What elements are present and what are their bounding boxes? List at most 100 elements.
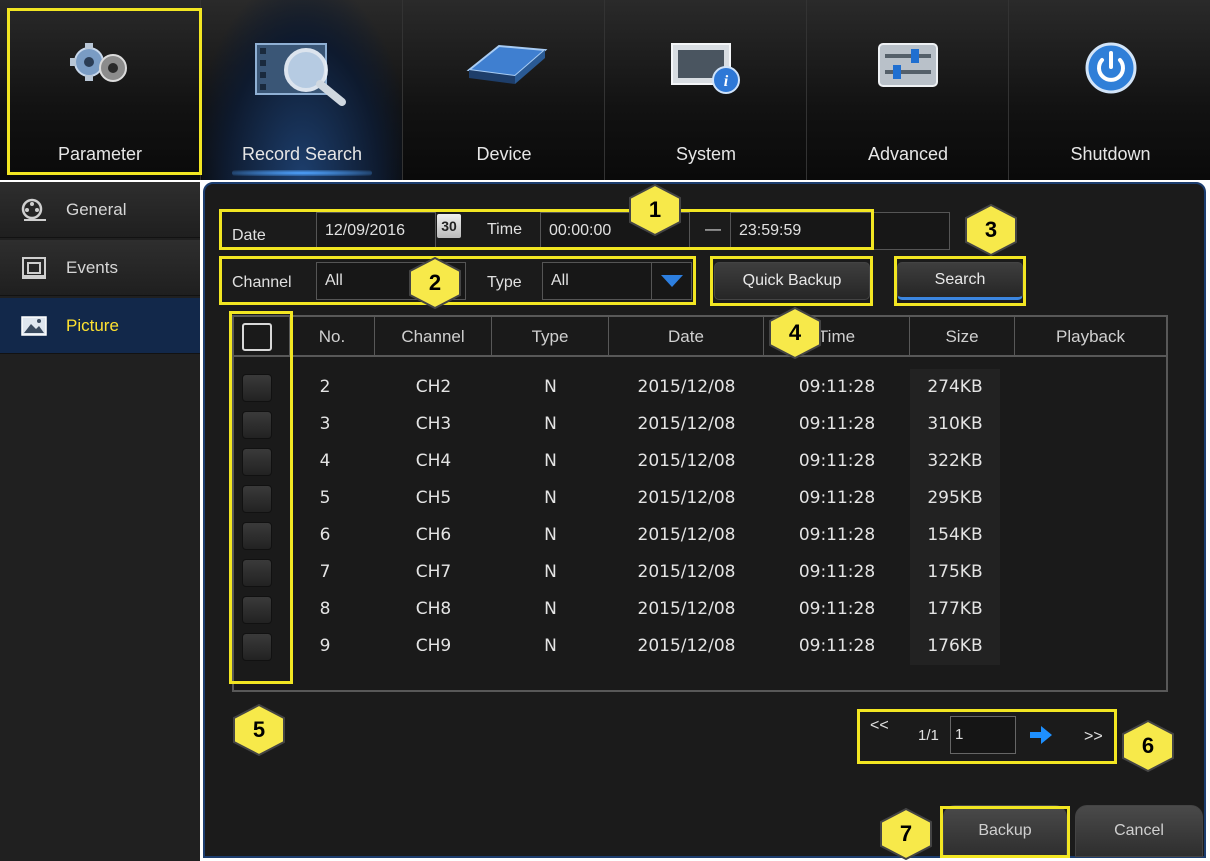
film-reel-icon: [20, 198, 48, 222]
table-row[interactable]: 6 CH6 N 2015/12/08 09:11:28 154KB: [234, 517, 1166, 554]
callout-number: 3: [984, 217, 998, 242]
cell-channel: CH9: [415, 636, 452, 656]
column-header-size[interactable]: Size: [910, 317, 1015, 357]
callout-badge: 1: [628, 184, 682, 236]
time-start-value: 00:00:00: [549, 222, 612, 239]
cell-channel: CH4: [415, 451, 452, 471]
top-menu-system[interactable]: i System: [606, 0, 807, 180]
last-page-button[interactable]: >>: [1084, 728, 1103, 746]
table-row[interactable]: 7 CH7 N 2015/12/08 09:11:28 175KB: [234, 554, 1166, 591]
table-row[interactable]: 2 CH2 N 2015/12/08 09:11:28 274KB: [234, 369, 1166, 406]
cell-date: 2015/12/08: [637, 377, 736, 397]
active-tab-glow: [232, 170, 372, 176]
gears-icon: [65, 40, 135, 95]
row-checkbox[interactable]: [242, 448, 272, 476]
cell-date: 2015/12/08: [637, 636, 736, 656]
callout-badge: 7: [879, 808, 933, 860]
cell-size: 310KB: [910, 406, 1000, 443]
sidebar-item-picture[interactable]: Picture: [0, 298, 200, 354]
results-table: No. Channel Type Date Time Size Playback…: [232, 315, 1168, 692]
column-header-date[interactable]: Date: [609, 317, 764, 357]
cell-type: N: [544, 636, 557, 656]
callout-badge: 6: [1121, 720, 1175, 772]
row-checkbox[interactable]: [242, 522, 272, 550]
chevron-down-icon[interactable]: [651, 263, 691, 299]
top-menu-label: System: [675, 144, 736, 164]
date-field[interactable]: 12/09/2016: [316, 212, 436, 250]
cell-no: 2: [319, 377, 331, 397]
cell-type: N: [544, 525, 557, 545]
table-row[interactable]: 8 CH8 N 2015/12/08 09:11:28 177KB: [234, 591, 1166, 628]
cell-no: 9: [319, 636, 331, 656]
callout-badge: 4: [768, 307, 822, 359]
cell-type: N: [544, 599, 557, 619]
callout-badge: 2: [408, 257, 462, 309]
svg-text:i: i: [724, 73, 729, 90]
time-separator: —: [705, 221, 721, 238]
table-row[interactable]: 9 CH9 N 2015/12/08 09:11:28 176KB: [234, 628, 1166, 665]
row-checkbox[interactable]: [242, 411, 272, 439]
top-menu-record-search[interactable]: Record Search: [202, 0, 403, 180]
calendar-icon[interactable]: 30: [437, 214, 461, 238]
cell-type: N: [544, 451, 557, 471]
top-menu-advanced[interactable]: Advanced: [808, 0, 1009, 180]
select-all-header: [234, 317, 290, 357]
top-menu-shutdown[interactable]: Shutdown: [1010, 0, 1210, 180]
cell-no: 4: [319, 451, 331, 471]
cell-time: 09:11:28: [798, 377, 876, 397]
time-end-field[interactable]: 23:59:59: [730, 212, 950, 250]
type-select[interactable]: All: [542, 262, 692, 300]
callout-badge: 3: [964, 204, 1018, 256]
column-header-channel[interactable]: Channel: [375, 317, 492, 357]
row-checkbox[interactable]: [242, 596, 272, 624]
search-button[interactable]: Search: [897, 262, 1023, 300]
cell-time: 09:11:28: [798, 636, 876, 656]
top-menu-parameter[interactable]: Parameter: [0, 0, 201, 180]
next-page-arrow-icon[interactable]: [1030, 726, 1052, 749]
column-header-no[interactable]: No.: [290, 317, 375, 357]
sidebar-item-general[interactable]: General: [0, 182, 200, 238]
date-label: Date: [232, 227, 266, 244]
top-menu-label: Record Search: [241, 144, 363, 164]
row-checkbox[interactable]: [242, 374, 272, 402]
callout-number: 2: [428, 270, 442, 295]
hard-drive-icon: [459, 40, 549, 95]
callout-number: 4: [788, 320, 802, 345]
row-checkbox[interactable]: [242, 559, 272, 587]
cell-no: 7: [319, 562, 331, 582]
channel-value: All: [325, 272, 343, 289]
cell-date: 2015/12/08: [637, 525, 736, 545]
table-row[interactable]: 3 CH3 N 2015/12/08 09:11:28 310KB: [234, 406, 1166, 443]
row-checkbox[interactable]: [242, 633, 272, 661]
cell-no: 5: [319, 488, 331, 508]
time-end-value: 23:59:59: [739, 222, 802, 239]
cell-size: 175KB: [910, 554, 1000, 591]
cell-time: 09:11:28: [798, 488, 876, 508]
cell-channel: CH3: [415, 414, 452, 434]
cell-time: 09:11:28: [798, 562, 876, 582]
type-value: All: [551, 272, 569, 289]
page-number-input[interactable]: 1: [950, 716, 1016, 754]
cell-no: 8: [319, 599, 331, 619]
callout-number: 6: [1141, 733, 1155, 758]
cell-channel: CH8: [415, 599, 452, 619]
sidebar-item-events[interactable]: Events: [0, 240, 200, 296]
cancel-button[interactable]: Cancel: [1075, 805, 1203, 857]
cell-size: 154KB: [910, 517, 1000, 554]
cell-size: 274KB: [910, 369, 1000, 406]
top-menu-label: Parameter: [57, 144, 143, 164]
backup-button[interactable]: Backup: [943, 805, 1067, 857]
cell-size: 176KB: [910, 628, 1000, 665]
first-page-button[interactable]: <<: [870, 717, 889, 735]
cell-date: 2015/12/08: [637, 414, 736, 434]
top-menu-device[interactable]: Device: [404, 0, 605, 180]
quick-backup-button[interactable]: Quick Backup: [714, 262, 870, 300]
cell-date: 2015/12/08: [637, 488, 736, 508]
row-checkbox[interactable]: [242, 485, 272, 513]
column-header-type[interactable]: Type: [492, 317, 609, 357]
table-row[interactable]: 4 CH4 N 2015/12/08 09:11:28 322KB: [234, 443, 1166, 480]
table-row[interactable]: 5 CH5 N 2015/12/08 09:11:28 295KB: [234, 480, 1166, 517]
picture-icon: [20, 314, 48, 338]
column-header-playback[interactable]: Playback: [1015, 317, 1166, 357]
select-all-checkbox[interactable]: [242, 323, 272, 351]
